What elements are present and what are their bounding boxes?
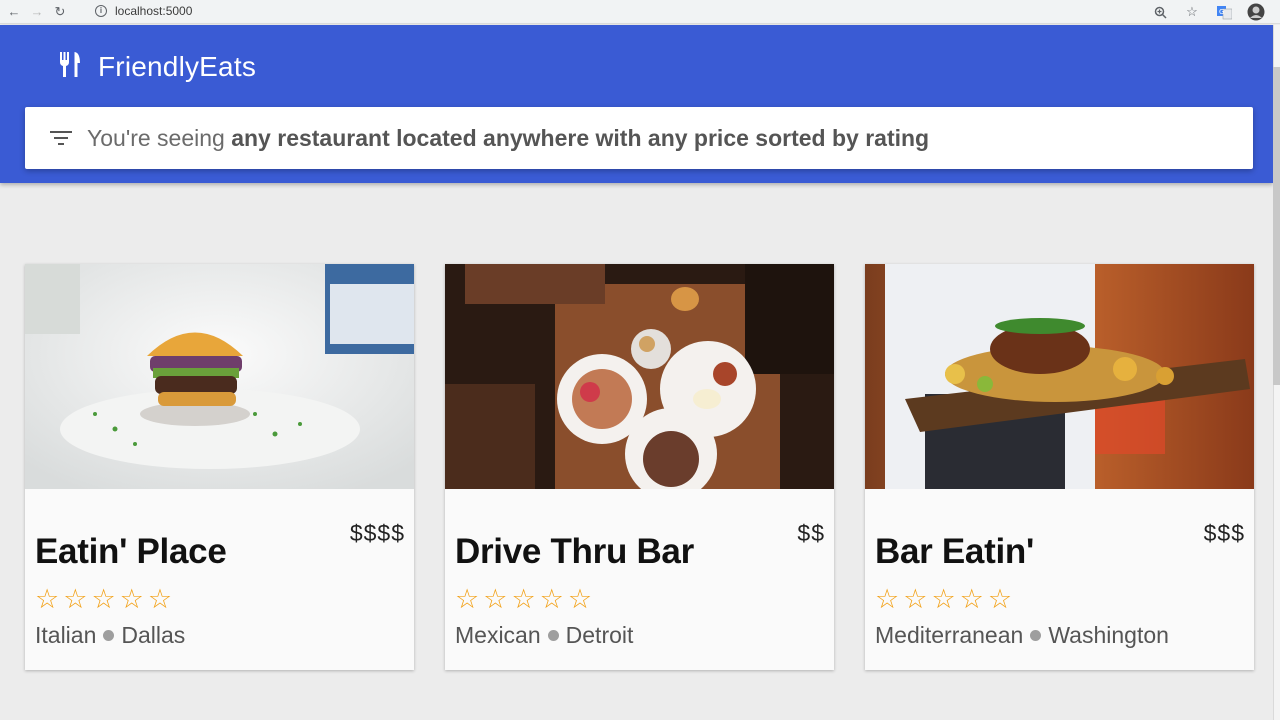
page-scrollbar[interactable] (1273, 25, 1280, 720)
filter-description[interactable]: You're seeing any restaurant located any… (87, 125, 929, 152)
svg-text:G: G (1219, 8, 1224, 16)
star-outline-icon[interactable]: ☆ (483, 585, 507, 613)
star-outline-icon[interactable]: ☆ (875, 585, 899, 613)
star-outline-icon[interactable]: ☆ (63, 585, 87, 613)
brand-name[interactable]: FriendlyEats (98, 51, 256, 83)
reload-icon[interactable]: ↻ (51, 3, 69, 21)
price-level: $$$ (1203, 520, 1245, 546)
restaurant-meta: Mexican Detroit (455, 622, 633, 649)
star-rating[interactable]: ☆ ☆ ☆ ☆ ☆ (875, 585, 1012, 613)
app-header: FriendlyEats You're seeing any restauran… (0, 25, 1273, 183)
star-outline-icon[interactable]: ☆ (35, 585, 59, 613)
restaurant-meta: Mediterranean Washington (875, 622, 1169, 649)
separator-dot (547, 630, 559, 641)
bookmark-star-icon[interactable]: ☆ (1182, 2, 1202, 22)
city-label: Detroit (565, 622, 634, 648)
star-rating[interactable]: ☆ ☆ ☆ ☆ ☆ (455, 585, 592, 613)
category-label: Mexican (455, 622, 541, 648)
separator-dot (1030, 630, 1042, 641)
translate-icon[interactable]: G (1214, 2, 1234, 22)
burger-photo (25, 264, 414, 489)
star-outline-icon[interactable]: ☆ (903, 585, 927, 613)
restaurant-meta: Italian Dallas (35, 622, 185, 649)
star-outline-icon[interactable]: ☆ (540, 585, 564, 613)
category-label: Mediterranean (875, 622, 1024, 648)
zoom-icon[interactable] (1150, 2, 1170, 22)
restaurant-name[interactable]: Eatin' Place (35, 532, 227, 572)
filter-bar[interactable]: You're seeing any restaurant located any… (25, 107, 1253, 169)
restaurant-utensils-icon (56, 49, 86, 84)
star-outline-icon[interactable]: ☆ (511, 585, 535, 613)
restaurant-card[interactable]: Drive Thru Bar $$ ☆ ☆ ☆ ☆ ☆ Mexican Detr… (445, 264, 834, 670)
star-outline-icon[interactable]: ☆ (568, 585, 592, 613)
price-level: $$ (797, 520, 825, 546)
browser-toolbar: ← → ↻ i localhost:5000 ☆ G (0, 0, 1280, 24)
star-outline-icon[interactable]: ☆ (931, 585, 955, 613)
address-bar[interactable]: i localhost:5000 (88, 1, 1268, 21)
star-outline-icon[interactable]: ☆ (120, 585, 144, 613)
brand[interactable]: FriendlyEats (56, 49, 256, 84)
table-dishes-photo (445, 264, 834, 489)
star-outline-icon[interactable]: ☆ (455, 585, 479, 613)
star-outline-icon[interactable]: ☆ (988, 585, 1012, 613)
category-label: Italian (35, 622, 97, 648)
restaurant-name[interactable]: Drive Thru Bar (455, 532, 694, 572)
city-label: Washington (1048, 622, 1169, 648)
star-outline-icon[interactable]: ☆ (91, 585, 115, 613)
star-outline-icon[interactable]: ☆ (148, 585, 172, 613)
restaurant-card[interactable]: Bar Eatin' $$$ ☆ ☆ ☆ ☆ ☆ Mediterranean W… (865, 264, 1254, 670)
city-label: Dallas (121, 622, 186, 648)
filter-criteria: any restaurant located anywhere with any… (231, 124, 930, 151)
back-icon[interactable]: ← (5, 3, 23, 21)
restaurant-card[interactable]: Eatin' Place $$$$ ☆ ☆ ☆ ☆ ☆ Italian Dall… (25, 264, 414, 670)
star-rating[interactable]: ☆ ☆ ☆ ☆ ☆ (35, 585, 172, 613)
restaurant-name[interactable]: Bar Eatin' (875, 532, 1034, 572)
forward-icon[interactable]: → (28, 3, 46, 21)
filter-list-icon[interactable] (49, 126, 73, 150)
address-url[interactable]: localhost:5000 (115, 4, 192, 18)
scrollbar-thumb[interactable] (1273, 67, 1280, 385)
filter-prefix: You're seeing (87, 124, 232, 151)
price-level: $$$$ (349, 520, 405, 546)
serving-board-photo (865, 264, 1254, 489)
site-info-icon[interactable]: i (95, 5, 107, 17)
separator-dot (103, 630, 115, 641)
profile-avatar-icon[interactable] (1246, 2, 1266, 22)
star-outline-icon[interactable]: ☆ (960, 585, 984, 613)
